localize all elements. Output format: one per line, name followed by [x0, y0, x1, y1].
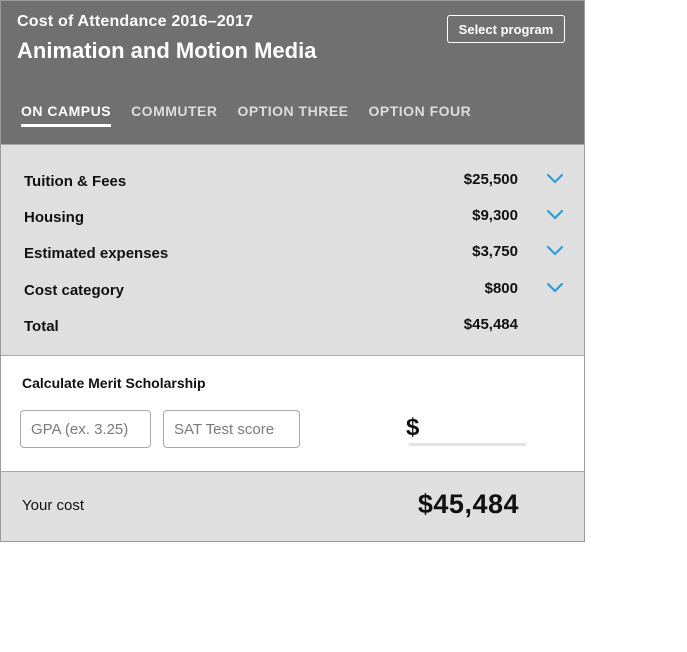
- cost-row-amount: $800: [484, 280, 518, 297]
- cost-row-total: Total $45,484: [1, 316, 584, 340]
- select-program-button[interactable]: Select program: [447, 15, 565, 43]
- scholarship-amount-input[interactable]: [409, 418, 526, 446]
- tab-commuter[interactable]: COMMUTER: [131, 103, 217, 127]
- cost-row-amount: $25,500: [463, 171, 518, 188]
- cost-row-category[interactable]: Cost category $800: [1, 280, 584, 304]
- your-cost-footer: Your cost $45,484: [1, 472, 584, 541]
- gpa-input[interactable]: [20, 410, 151, 448]
- tab-on-campus[interactable]: ON CAMPUS: [21, 103, 112, 127]
- total-label: Total: [24, 318, 59, 335]
- tab-option-three[interactable]: OPTION THREE: [238, 103, 349, 127]
- cost-row-tuition[interactable]: Tuition & Fees $25,500: [1, 171, 584, 195]
- cost-row-housing[interactable]: Housing $9,300: [1, 207, 584, 231]
- tabs: ON CAMPUS COMMUTER OPTION THREE OPTION F…: [21, 103, 491, 127]
- cost-calculator-widget: Cost of Attendance 2016–2017 Animation a…: [0, 0, 585, 542]
- sat-score-input[interactable]: [163, 410, 300, 448]
- tab-option-four[interactable]: OPTION FOUR: [369, 103, 472, 127]
- cost-row-label: Estimated expenses: [24, 245, 169, 262]
- chevron-down-icon[interactable]: [546, 208, 564, 222]
- total-amount: $45,484: [463, 316, 518, 333]
- cost-row-label: Tuition & Fees: [24, 173, 127, 190]
- program-title: Animation and Motion Media: [17, 38, 317, 63]
- chevron-down-icon[interactable]: [546, 244, 564, 258]
- header: Cost of Attendance 2016–2017 Animation a…: [1, 1, 584, 144]
- your-cost-label: Your cost: [22, 497, 84, 514]
- chevron-down-icon[interactable]: [546, 172, 564, 186]
- cost-year-subtitle: Cost of Attendance 2016–2017: [17, 13, 254, 30]
- cost-row-amount: $3,750: [472, 243, 518, 260]
- merit-scholarship-section: Calculate Merit Scholarship $: [1, 356, 584, 472]
- scholarship-title: Calculate Merit Scholarship: [22, 375, 206, 391]
- cost-breakdown: Tuition & Fees $25,500 Housing $9,300 Es…: [1, 144, 584, 356]
- cost-row-amount: $9,300: [472, 207, 518, 224]
- cost-row-expenses[interactable]: Estimated expenses $3,750: [1, 243, 584, 267]
- cost-row-label: Cost category: [24, 282, 125, 299]
- chevron-down-icon[interactable]: [546, 281, 564, 295]
- your-cost-amount: $45,484: [417, 489, 519, 519]
- cost-row-label: Housing: [24, 209, 84, 226]
